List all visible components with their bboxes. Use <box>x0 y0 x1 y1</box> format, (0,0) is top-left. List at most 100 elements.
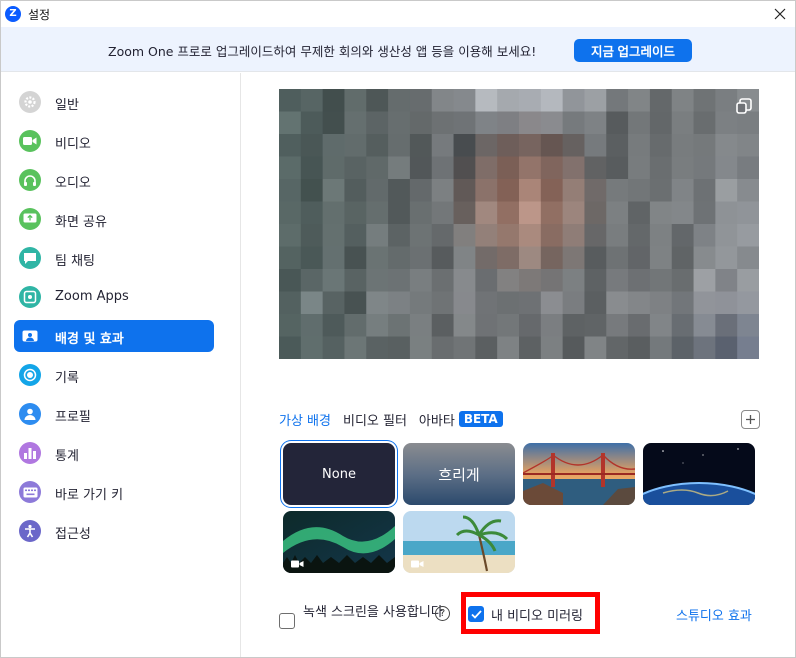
rotate-video-button[interactable] <box>732 94 756 118</box>
preview-pixel <box>540 179 564 202</box>
preview-pixel <box>649 291 673 315</box>
preview-pixel <box>366 201 389 225</box>
preview-pixel <box>671 269 695 292</box>
preview-pixel <box>628 269 651 292</box>
preview-pixel <box>649 336 673 359</box>
upgrade-now-button[interactable]: 지금 업그레이드 <box>574 39 692 62</box>
plus-icon <box>746 415 755 424</box>
preview-pixel <box>562 314 585 337</box>
preview-pixel <box>497 336 520 359</box>
rotate-icon <box>736 98 752 114</box>
sidebar-item-statistics[interactable]: 통계 <box>14 437 214 469</box>
preview-pixel <box>322 246 345 270</box>
preview-pixel <box>366 89 389 112</box>
background-tile-beach[interactable] <box>403 511 515 573</box>
green-screen-checkbox[interactable] <box>279 613 295 629</box>
preview-pixel <box>322 201 345 225</box>
preview-pixel <box>649 314 673 337</box>
background-icon <box>19 325 41 347</box>
preview-pixel <box>693 291 716 315</box>
sidebar-item-shortcuts[interactable]: 바로 가기 키 <box>14 476 214 508</box>
studio-effects-link[interactable]: 스튜디오 효과 <box>676 605 752 624</box>
preview-pixel <box>649 201 673 225</box>
sidebar-item-screen-share[interactable]: 화면 공유 <box>14 203 214 235</box>
mirror-video-checkbox[interactable] <box>468 606 484 622</box>
sidebar-item-label: 화면 공유 <box>55 215 107 230</box>
background-tile-blur[interactable]: 흐리게 <box>403 443 515 505</box>
preview-pixel <box>497 201 520 225</box>
preview-pixel <box>431 111 455 135</box>
preview-pixel <box>562 134 585 157</box>
preview-pixel <box>431 134 455 157</box>
sidebar-item-audio[interactable]: 오디오 <box>14 164 214 196</box>
sidebar-item-team-chat[interactable]: 팀 채팅 <box>14 242 214 274</box>
sidebar-item-general[interactable]: 일반 <box>14 86 214 118</box>
preview-pixel <box>344 269 367 292</box>
preview-pixel <box>388 156 411 180</box>
title-bar: Z 설정 <box>1 1 795 27</box>
tab-avatars[interactable]: 아바타 <box>419 410 455 429</box>
preview-pixel <box>606 134 629 157</box>
preview-pixel <box>322 134 345 157</box>
preview-pixel <box>475 134 498 157</box>
background-tile-earth-space[interactable] <box>643 443 755 505</box>
preview-pixel <box>671 336 695 359</box>
video-preview <box>279 89 759 359</box>
background-tile-aurora[interactable] <box>283 511 395 573</box>
tab-video-filters[interactable]: 비디오 필터 <box>343 410 407 429</box>
close-button[interactable] <box>771 5 789 23</box>
preview-pixel <box>562 89 585 112</box>
tab-virtual-background[interactable]: 가상 배경 <box>279 410 331 429</box>
preview-pixel <box>715 201 738 225</box>
preview-pixel <box>671 224 695 247</box>
preview-pixel <box>628 291 651 315</box>
preview-pixel <box>649 179 673 202</box>
preview-pixel <box>366 291 389 315</box>
preview-pixel <box>344 89 367 112</box>
preview-pixel <box>475 314 498 337</box>
preview-pixel <box>409 179 433 202</box>
preview-pixel <box>279 224 302 247</box>
preview-pixel <box>497 111 520 135</box>
preview-pixel <box>279 89 302 112</box>
preview-pixel <box>388 201 411 225</box>
sidebar-item-video[interactable]: 비디오 <box>14 125 214 157</box>
preview-pixel <box>715 269 738 292</box>
background-tile-none[interactable]: None <box>283 443 395 505</box>
preview-pixel <box>409 111 433 135</box>
sidebar-item-recording[interactable]: 기록 <box>14 359 214 391</box>
mirror-video-label: 내 비디오 미러링 <box>491 609 583 624</box>
preview-pixel <box>540 291 564 315</box>
help-icon[interactable]: ? <box>435 606 450 621</box>
preview-pixel <box>715 291 738 315</box>
sidebar-item-profile[interactable]: 프로필 <box>14 398 214 430</box>
preview-pixel <box>584 201 607 225</box>
preview-pixel <box>388 134 411 157</box>
preview-pixel <box>540 246 564 270</box>
sidebar-item-label: Zoom Apps <box>55 289 129 304</box>
preview-pixel <box>606 111 629 135</box>
headphones-icon <box>19 169 41 191</box>
preview-pixel <box>279 111 302 135</box>
preview-pixel <box>693 201 716 225</box>
sidebar-item-zoom-apps[interactable]: Zoom Apps <box>14 281 214 313</box>
preview-pixel <box>431 201 455 225</box>
preview-pixel <box>737 201 759 225</box>
preview-pixel <box>453 89 476 112</box>
sidebar-item-background-effects[interactable]: 배경 및 효과 <box>14 320 214 352</box>
add-background-button[interactable] <box>741 410 760 429</box>
preview-pixel <box>628 111 651 135</box>
preview-pixel <box>715 336 738 359</box>
background-tile-golden-gate[interactable] <box>523 443 635 505</box>
preview-pixel <box>366 156 389 180</box>
preview-pixel <box>453 336 476 359</box>
sidebar-item-accessibility[interactable]: 접근성 <box>14 515 214 547</box>
preview-pixel <box>453 179 476 202</box>
beta-badge: BETA <box>458 411 503 427</box>
preview-pixel <box>540 336 564 359</box>
preview-pixel <box>322 336 345 359</box>
preview-pixel <box>300 134 324 157</box>
preview-pixel <box>300 314 324 337</box>
preview-pixel <box>409 224 433 247</box>
preview-pixel <box>431 89 455 112</box>
